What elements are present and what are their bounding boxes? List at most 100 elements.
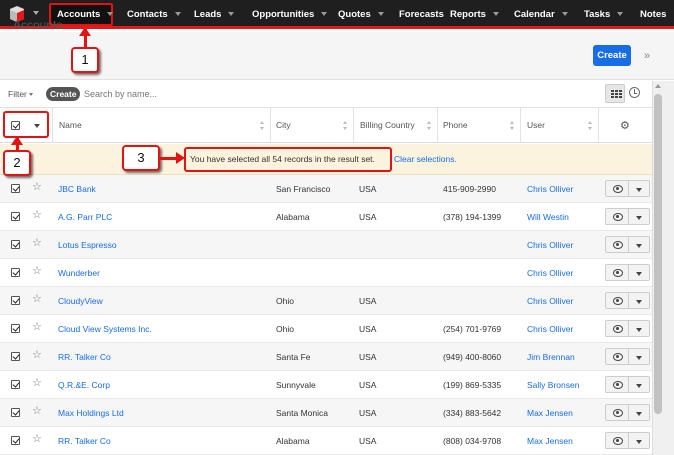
nav-item-forecasts[interactable]: Forecasts [399,0,444,29]
account-name-link[interactable]: Wunderber [58,268,100,278]
preview-eye-icon[interactable] [605,320,629,337]
sort-icon[interactable] [260,121,265,131]
user-link[interactable]: Max Jensen [527,408,573,418]
account-name-link[interactable]: A.G. Parr PLC [58,212,112,222]
search-input[interactable] [84,86,594,102]
account-name-link[interactable]: Cloud View Systems Inc. [58,324,152,334]
scroll-up-arrow-icon[interactable] [655,84,661,88]
row-actions-chevron-down-icon[interactable] [629,180,650,197]
row-checkbox[interactable] [11,408,20,417]
nav-item-tasks[interactable]: Tasks [584,0,624,29]
nav-item-contacts[interactable]: Contacts [127,0,181,29]
clear-selections-link[interactable]: Clear selections. [394,154,457,164]
preview-eye-icon[interactable] [605,264,629,281]
chevron-down-icon[interactable] [321,12,328,17]
preview-eye-icon[interactable] [605,404,629,421]
column-header-billing-country[interactable]: Billing Country [360,108,415,143]
account-name-link[interactable]: RR. Talker Co [58,352,111,362]
row-checkbox[interactable] [11,296,20,305]
sort-icon[interactable] [588,121,593,131]
user-link[interactable]: Max Jensen [527,436,573,446]
row-actions-chevron-down-icon[interactable] [629,376,650,393]
favorite-star-icon[interactable]: ☆ [32,180,42,193]
logo-menu-caret-icon[interactable] [33,11,39,15]
user-link[interactable]: Chris Olliver [527,184,573,194]
user-link[interactable]: Chris Olliver [527,324,573,334]
preview-eye-icon[interactable] [605,180,629,197]
preview-eye-icon[interactable] [605,432,629,449]
row-actions-chevron-down-icon[interactable] [629,348,650,365]
user-link[interactable]: Chris Olliver [527,296,573,306]
row-checkbox[interactable] [11,352,20,361]
scrollbar-thumb[interactable] [654,94,662,414]
user-link[interactable]: Jim Brennan [527,352,575,362]
preview-eye-icon[interactable] [605,348,629,365]
nav-item-reports[interactable]: Reports [450,0,499,29]
row-checkbox[interactable] [11,212,20,221]
row-checkbox[interactable] [11,268,20,277]
row-checkbox[interactable] [11,240,20,249]
row-checkbox[interactable] [11,436,20,445]
row-actions-chevron-down-icon[interactable] [629,264,650,281]
sort-icon[interactable] [427,121,432,131]
favorite-star-icon[interactable]: ☆ [32,404,42,417]
favorite-star-icon[interactable]: ☆ [32,236,42,249]
user-link[interactable]: Chris Olliver [527,268,573,278]
favorite-star-icon[interactable]: ☆ [32,208,42,221]
chevron-down-icon[interactable] [107,12,114,17]
favorite-star-icon[interactable]: ☆ [32,376,42,389]
create-button[interactable]: Create [593,45,631,66]
chevron-down-icon[interactable] [377,12,384,17]
preview-eye-icon[interactable] [605,236,629,253]
favorite-star-icon[interactable]: ☆ [32,292,42,305]
chevron-down-icon[interactable] [561,12,568,17]
row-actions-chevron-down-icon[interactable] [629,236,650,253]
column-header-phone[interactable]: Phone [443,108,468,143]
column-header-name[interactable]: Name [59,108,82,143]
preview-eye-icon[interactable] [605,208,629,225]
column-settings-gear-icon[interactable]: ⚙ [620,119,630,132]
user-link[interactable]: Chris Olliver [527,240,573,250]
account-name-link[interactable]: Max Holdings Ltd [58,408,124,418]
filter-dropdown[interactable]: Filter [8,87,33,102]
chevron-down-icon[interactable] [492,12,499,17]
account-name-link[interactable]: RR. Talker Co [58,436,111,446]
account-name-link[interactable]: JBC Bank [58,184,96,194]
favorite-star-icon[interactable]: ☆ [32,264,42,277]
nav-item-quotes[interactable]: Quotes [338,0,384,29]
sort-icon[interactable] [510,121,515,131]
row-checkbox[interactable] [11,324,20,333]
favorite-star-icon[interactable]: ☆ [32,348,42,361]
account-name-link[interactable]: CloudyView [58,296,103,306]
preview-eye-icon[interactable] [605,292,629,309]
row-checkbox[interactable] [11,380,20,389]
row-actions-chevron-down-icon[interactable] [629,208,650,225]
nav-item-accounts-label[interactable]: Accounts [57,0,114,29]
create-filter-button[interactable]: Create [46,87,81,101]
nav-item-opportunities[interactable]: Opportunities [252,0,328,29]
chevron-down-icon[interactable] [228,12,235,17]
nav-item-notes[interactable]: Notes [640,0,666,29]
row-actions-chevron-down-icon[interactable] [629,320,650,337]
user-link[interactable]: Will Westin [527,212,569,222]
user-link[interactable]: Sally Bronsen [527,380,579,390]
row-actions-chevron-down-icon[interactable] [629,404,650,421]
collapse-sidebar-icon[interactable]: » [644,50,650,62]
row-actions-chevron-down-icon[interactable] [629,292,650,309]
sort-icon[interactable] [343,121,348,131]
chevron-down-icon[interactable] [617,12,624,17]
favorite-star-icon[interactable]: ☆ [32,320,42,333]
chevron-down-icon[interactable] [28,93,33,97]
preview-eye-icon[interactable] [605,376,629,393]
row-actions-chevron-down-icon[interactable] [629,432,650,449]
nav-item-calendar[interactable]: Calendar [514,0,568,29]
row-checkbox[interactable] [11,184,20,193]
account-name-link[interactable]: Q.R.&E. Corp [58,380,110,390]
account-name-link[interactable]: Lotus Espresso [58,240,117,250]
column-header-user[interactable]: User [527,108,545,143]
chevron-down-icon[interactable] [174,12,181,17]
nav-item-leads[interactable]: Leads [194,0,235,29]
column-header-city[interactable]: City [276,108,291,143]
favorite-star-icon[interactable]: ☆ [32,432,42,445]
activity-stream-clock-icon[interactable] [629,87,640,98]
